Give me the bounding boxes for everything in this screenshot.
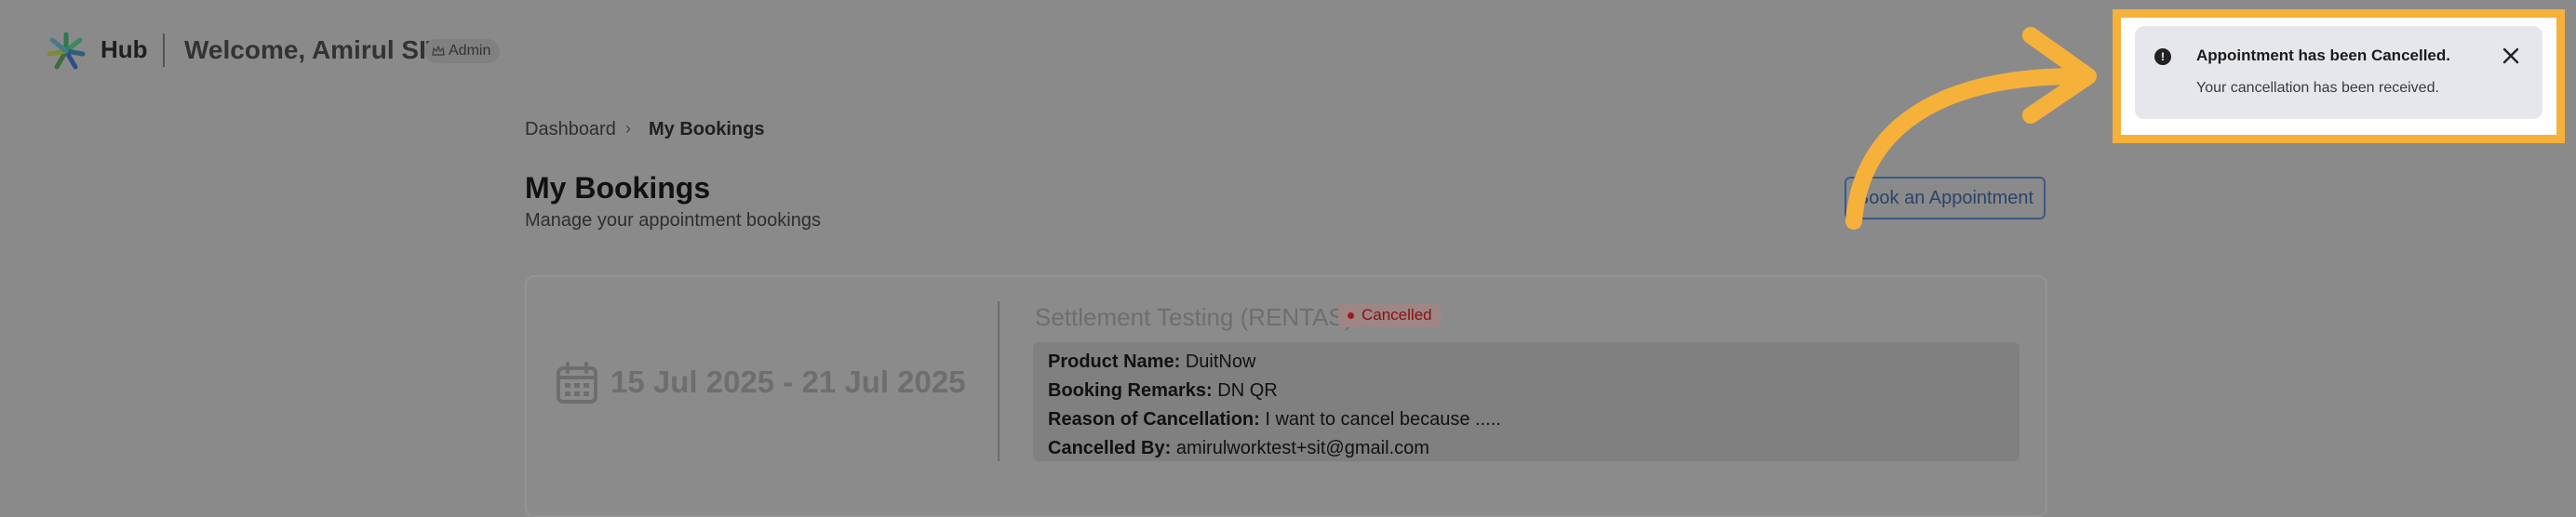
status-badge: Cancelled	[1338, 303, 1442, 327]
booking-details: Product Name: DuitNow Booking Remarks: D…	[1033, 342, 2019, 461]
page-title: My Bookings	[525, 171, 711, 205]
logo-icon[interactable]	[47, 32, 86, 71]
info-icon: !	[2154, 48, 2171, 65]
toast-title: Appointment has been Cancelled.	[2196, 46, 2450, 64]
breadcrumb-dashboard[interactable]: Dashboard	[525, 119, 616, 140]
status-dot	[1348, 312, 1354, 319]
detail-row: Reason of Cancellation: I want to cancel…	[1048, 405, 2005, 434]
detail-value: I want to cancel because .....	[1265, 409, 1501, 430]
crown-icon	[432, 46, 445, 56]
detail-label: Product Name:	[1048, 351, 1181, 372]
header-divider	[163, 33, 165, 67]
role-badge: Admin	[424, 39, 501, 63]
welcome-text: Welcome, Amirul SIT	[184, 35, 442, 64]
detail-label: Reason of Cancellation:	[1048, 409, 1260, 430]
detail-value: DuitNow	[1185, 351, 1256, 372]
toast-notification	[2135, 26, 2542, 119]
detail-row: Booking Remarks: DN QR	[1048, 377, 2005, 405]
card-divider	[998, 301, 1000, 461]
detail-row: Cancelled By: amirulworktest+sit@gmail.c…	[1048, 434, 2005, 463]
booking-date-range: 15 Jul 2025 - 21 Jul 2025	[610, 365, 966, 399]
booking-title: Settlement Testing (RENTAS)	[1035, 303, 1353, 331]
detail-label: Booking Remarks:	[1048, 380, 1213, 401]
toast-message: Your cancellation has been received.	[2196, 80, 2439, 96]
status-label: Cancelled	[1362, 306, 1432, 324]
close-icon[interactable]	[2500, 45, 2522, 67]
detail-label: Cancelled By:	[1048, 438, 1172, 458]
breadcrumb-separator: ›	[625, 119, 631, 138]
detail-row: Product Name: DuitNow	[1048, 348, 2005, 377]
calendar-icon	[557, 362, 597, 404]
detail-value: DN QR	[1217, 380, 1278, 401]
role-badge-label: Admin	[449, 43, 491, 59]
detail-value: amirulworktest+sit@gmail.com	[1175, 438, 1429, 458]
breadcrumb-current: My Bookings	[649, 119, 765, 139]
app-name: Hub	[101, 35, 148, 63]
arrow-annotation-icon	[1845, 27, 2097, 230]
page-subtitle: Manage your appointment bookings	[525, 210, 821, 231]
